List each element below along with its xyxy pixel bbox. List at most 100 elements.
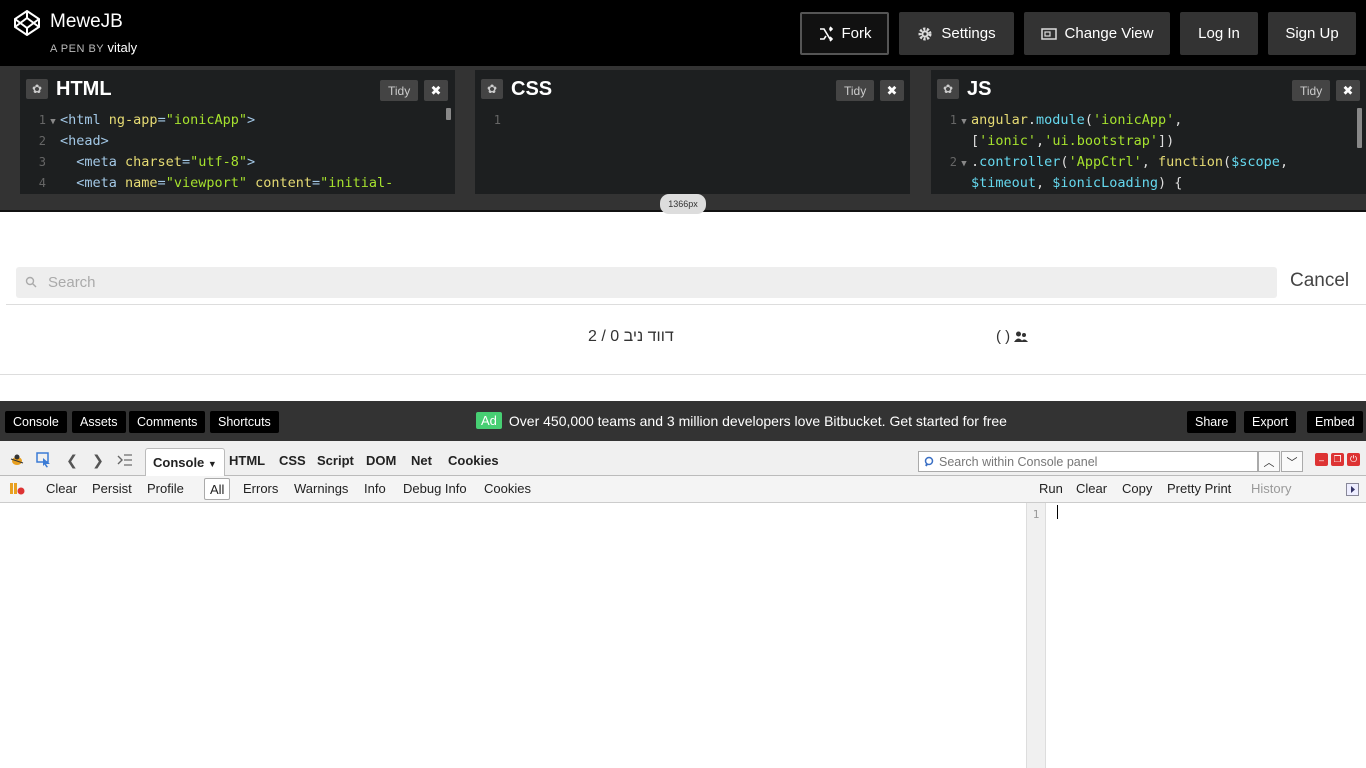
profile-button[interactable]: Profile	[147, 481, 184, 496]
search-input[interactable]	[48, 267, 1248, 298]
ad-text[interactable]: Over 450,000 teams and 3 million develop…	[509, 413, 1007, 429]
console-output-area[interactable]: 1	[0, 503, 1366, 768]
line-number: 4	[38, 176, 46, 190]
filter-debug-info[interactable]: Debug Info	[403, 481, 467, 496]
close-icon[interactable]: ⏻	[1347, 453, 1360, 466]
code-line[interactable]: 1 ▼ angular.module('ionicApp',	[931, 110, 1356, 131]
code-token: 'ionic'	[979, 133, 1037, 149]
code-token: =	[157, 175, 166, 191]
filter-info[interactable]: Info	[364, 481, 386, 496]
tab-script[interactable]: Script	[317, 453, 354, 468]
html-tidy-button[interactable]: Tidy	[380, 80, 419, 101]
firebug-bug-icon[interactable]	[9, 452, 25, 468]
code-line[interactable]: 3 <meta charset="utf-8">	[20, 152, 445, 173]
js-editor[interactable]: ✿ JS Tidy ✖ 1 ▼ angular.module('ionicApp',…	[931, 70, 1366, 194]
code-line[interactable]: ['ionic','ui.bootstrap'])	[931, 131, 1356, 152]
tab-dom[interactable]: DOM	[366, 453, 396, 468]
line-number: 1	[38, 113, 46, 127]
login-button[interactable]: Log In	[1180, 12, 1258, 55]
fold-arrow-icon[interactable]: ▼	[46, 112, 60, 133]
tab-console[interactable]: Console ▼	[145, 448, 225, 476]
pen-author[interactable]: vitaly	[108, 40, 138, 55]
code-token: <meta	[60, 175, 126, 191]
tab-html[interactable]: HTML	[229, 453, 265, 468]
signup-button[interactable]: Sign Up	[1268, 12, 1356, 55]
change-view-button[interactable]: Change View	[1024, 12, 1170, 55]
embed-button[interactable]: Embed	[1307, 411, 1363, 433]
users-icon	[1014, 331, 1029, 342]
ad-banner[interactable]: Ad Over 450,000 teams and 3 million deve…	[476, 412, 1007, 429]
clear-command-button[interactable]: Clear	[1076, 481, 1107, 496]
code-line[interactable]: 2 <head>	[20, 131, 445, 152]
search-prev-icon[interactable]: ︿	[1258, 451, 1280, 472]
js-close-icon[interactable]: ✖	[1336, 80, 1360, 101]
export-button[interactable]: Export	[1244, 411, 1297, 433]
html-scrollbar[interactable]	[446, 108, 451, 120]
js-settings-gear-icon[interactable]: ✿	[937, 79, 959, 99]
settings-label: Settings	[941, 25, 996, 42]
css-settings-gear-icon[interactable]: ✿	[481, 79, 503, 99]
list-item-name[interactable]: דווד ניב 0 / 2	[588, 328, 674, 346]
code-token: 'ionicApp'	[1092, 112, 1175, 128]
code-token: function	[1157, 154, 1224, 170]
command-editor-caret[interactable]	[1057, 505, 1058, 519]
tab-css[interactable]: CSS	[279, 453, 306, 468]
persist-button[interactable]: Persist	[92, 481, 132, 496]
fork-button[interactable]: Fork	[800, 12, 889, 55]
forward-icon[interactable]: ❯	[90, 452, 106, 468]
html-close-icon[interactable]: ✖	[424, 80, 448, 101]
shortcuts-button[interactable]: Shortcuts	[210, 411, 279, 433]
tab-net[interactable]: Net	[411, 453, 432, 468]
firebug-search-input[interactable]: Search within Console panel	[918, 451, 1258, 472]
css-tidy-button[interactable]: Tidy	[836, 80, 875, 101]
assets-button[interactable]: Assets	[72, 411, 126, 433]
fold-arrow-icon[interactable]: ▼	[957, 112, 971, 133]
filter-errors[interactable]: Errors	[243, 481, 278, 496]
list-item-group[interactable]: ( )	[996, 328, 1029, 345]
code-line[interactable]: $timeout, $ionicLoading) {	[931, 173, 1356, 194]
code-token: charset	[125, 154, 182, 170]
css-code-area[interactable]: 1	[475, 110, 900, 131]
css-close-icon[interactable]: ✖	[880, 80, 904, 101]
inspect-icon[interactable]	[36, 452, 52, 468]
html-code-area[interactable]: 1 ▼ <html ng-app="ionicApp"> 2 <head> 3 <meta…	[20, 110, 445, 194]
settings-button[interactable]: Settings	[899, 12, 1014, 55]
code-line[interactable]: 4 <meta name="viewport" content="initial…	[20, 173, 445, 194]
pen-title[interactable]: MeweJB	[50, 11, 123, 33]
share-button[interactable]: Share	[1187, 411, 1237, 433]
filter-warnings[interactable]: Warnings	[294, 481, 348, 496]
js-tidy-button[interactable]: Tidy	[1292, 80, 1331, 101]
command-line-icon[interactable]	[117, 452, 133, 468]
clear-console-button[interactable]: Clear	[46, 481, 77, 496]
minimize-icon[interactable]: –	[1315, 453, 1328, 466]
search-bar[interactable]	[16, 267, 1277, 298]
code-line[interactable]: 1 ▼ <html ng-app="ionicApp">	[20, 110, 445, 131]
js-code-area[interactable]: 1 ▼ angular.module('ionicApp', ['ionic','ui…	[931, 110, 1356, 194]
comments-button[interactable]: Comments	[129, 411, 206, 433]
firebug-search-placeholder: Search within Console panel	[939, 454, 1098, 469]
pretty-print-button[interactable]: Pretty Print	[1167, 481, 1231, 496]
search-next-icon[interactable]: ﹀	[1281, 451, 1303, 472]
codepen-logo-icon[interactable]	[14, 10, 40, 36]
detach-icon[interactable]: ❐	[1331, 453, 1344, 466]
editor-panes: ✿ HTML Tidy ✖ 1 ▼ <html ng-app="ionicApp">…	[0, 66, 1366, 194]
copy-button[interactable]: Copy	[1122, 481, 1152, 496]
chevron-down-icon[interactable]: ▼	[208, 459, 217, 469]
code-line[interactable]: 2 ▼ .controller('AppCtrl', function($scope…	[931, 152, 1356, 173]
pen-footer-bar: Console Assets Comments Shortcuts Ad Ove…	[0, 401, 1366, 441]
collapse-panel-icon[interactable]	[1346, 483, 1359, 499]
js-scrollbar[interactable]	[1357, 108, 1362, 148]
break-on-errors-icon[interactable]	[9, 482, 25, 499]
css-editor[interactable]: ✿ CSS Tidy ✖ 1	[475, 70, 910, 194]
html-editor[interactable]: ✿ HTML Tidy ✖ 1 ▼ <html ng-app="ionicApp">…	[20, 70, 455, 194]
console-button[interactable]: Console	[5, 411, 67, 433]
cancel-button[interactable]: Cancel	[1290, 270, 1349, 292]
filter-cookies[interactable]: Cookies	[484, 481, 531, 496]
filter-all[interactable]: All	[204, 478, 231, 500]
history-button[interactable]: History	[1251, 481, 1291, 496]
run-button[interactable]: Run	[1039, 481, 1063, 496]
fold-arrow-icon[interactable]: ▼	[957, 154, 971, 175]
tab-cookies[interactable]: Cookies	[448, 453, 499, 468]
html-settings-gear-icon[interactable]: ✿	[26, 79, 48, 99]
back-icon[interactable]: ❮	[64, 452, 80, 468]
